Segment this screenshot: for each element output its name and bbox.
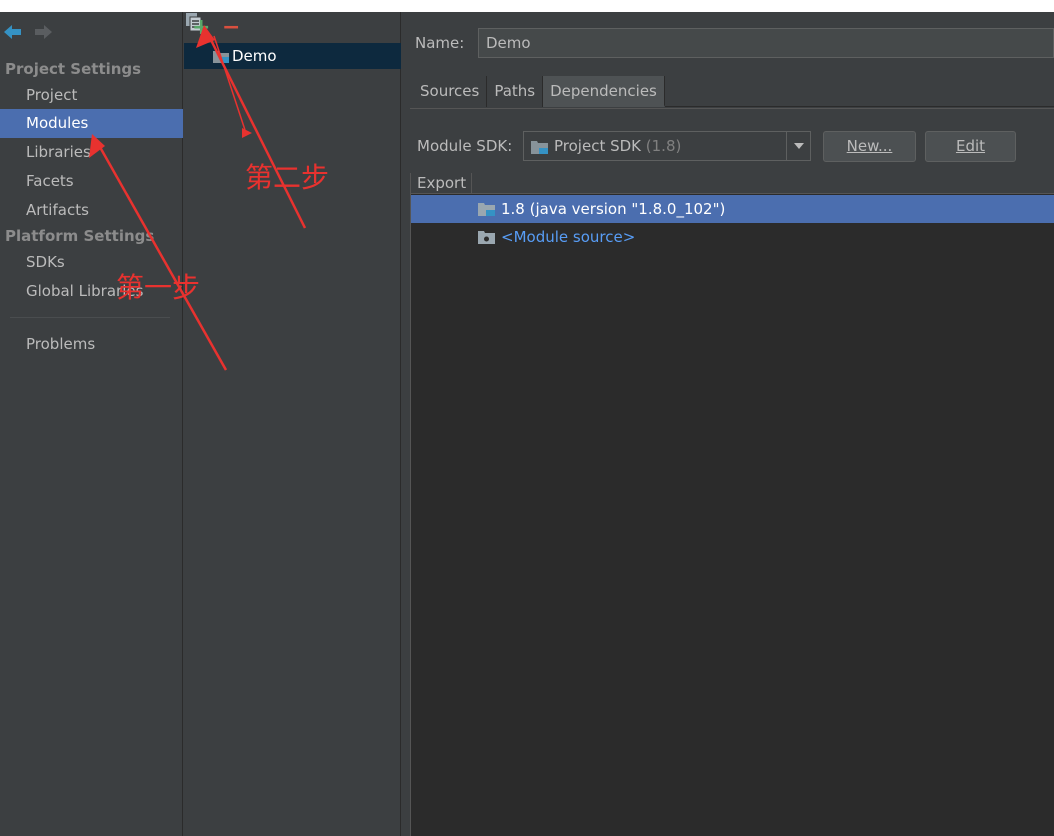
- module-source-icon: [478, 231, 495, 244]
- project-settings-header: Project Settings: [5, 60, 142, 78]
- sidebar-item-modules[interactable]: Modules: [0, 109, 183, 138]
- dependencies-table: Export 1.8 (java version "1.8.0_102") <M…: [410, 173, 1054, 836]
- module-folder-icon: [213, 51, 229, 63]
- dependency-label: <Module source>: [501, 228, 636, 246]
- tab-dependencies[interactable]: Dependencies: [543, 76, 665, 107]
- table-row[interactable]: 1.8 (java version "1.8.0_102"): [411, 195, 1054, 223]
- sdk-folder-icon: [531, 141, 548, 154]
- column-divider[interactable]: [471, 173, 472, 194]
- export-column-header[interactable]: Export: [417, 174, 466, 192]
- sidebar-item-libraries[interactable]: Libraries: [0, 138, 183, 167]
- sdk-selected-value: Project SDK (1.8): [554, 137, 681, 155]
- module-sdk-dropdown[interactable]: Project SDK (1.8): [523, 131, 811, 161]
- module-sdk-label: Module SDK:: [417, 137, 513, 155]
- edit-sdk-button[interactable]: Edit: [925, 131, 1016, 162]
- sidebar-item-facets[interactable]: Facets: [0, 167, 183, 196]
- dependency-label: 1.8 (java version "1.8.0_102"): [501, 200, 726, 218]
- remove-icon[interactable]: −: [222, 16, 240, 40]
- sidebar-item-artifacts[interactable]: Artifacts: [0, 196, 183, 225]
- tab-sources[interactable]: Sources: [413, 76, 488, 107]
- module-name-field[interactable]: [478, 28, 1054, 58]
- module-name-label: Demo: [232, 47, 277, 65]
- sidebar-divider: [10, 317, 170, 318]
- module-list-panel: + − Demo: [184, 12, 401, 836]
- tab-paths[interactable]: Paths: [487, 76, 544, 107]
- window-top-strip: [0, 0, 1054, 12]
- module-row-demo[interactable]: Demo: [184, 43, 401, 69]
- module-tab-bar: Sources Paths Dependencies: [413, 76, 1054, 107]
- table-row[interactable]: <Module source>: [411, 223, 1054, 251]
- forward-arrow-icon[interactable]: [32, 22, 54, 42]
- chevron-down-icon: [794, 143, 804, 149]
- sidebar-item-problems[interactable]: Problems: [0, 330, 183, 359]
- module-detail-panel: Name: Sources Paths Dependencies Module …: [402, 12, 1054, 836]
- jdk-folder-icon: [478, 203, 495, 216]
- sidebar-item-project[interactable]: Project: [0, 81, 183, 110]
- settings-sidebar: Project Settings Project Modules Librari…: [0, 12, 183, 836]
- sdk-name: Project SDK: [554, 137, 641, 155]
- annotation-step-one: 第一步: [116, 271, 201, 304]
- add-icon[interactable]: +: [192, 16, 210, 40]
- sdk-dropdown-button[interactable]: [786, 132, 810, 160]
- dependencies-table-header: Export: [411, 173, 1054, 194]
- name-label: Name:: [415, 34, 465, 52]
- annotation-step-two: 第二步: [245, 161, 330, 194]
- back-arrow-icon[interactable]: [2, 22, 24, 42]
- dependencies-tab-content: Module SDK: Project SDK (1.8) New... Edi…: [410, 108, 1054, 836]
- new-sdk-button[interactable]: New...: [823, 131, 916, 162]
- sdk-version: (1.8): [645, 137, 682, 155]
- platform-settings-header: Platform Settings: [5, 227, 155, 245]
